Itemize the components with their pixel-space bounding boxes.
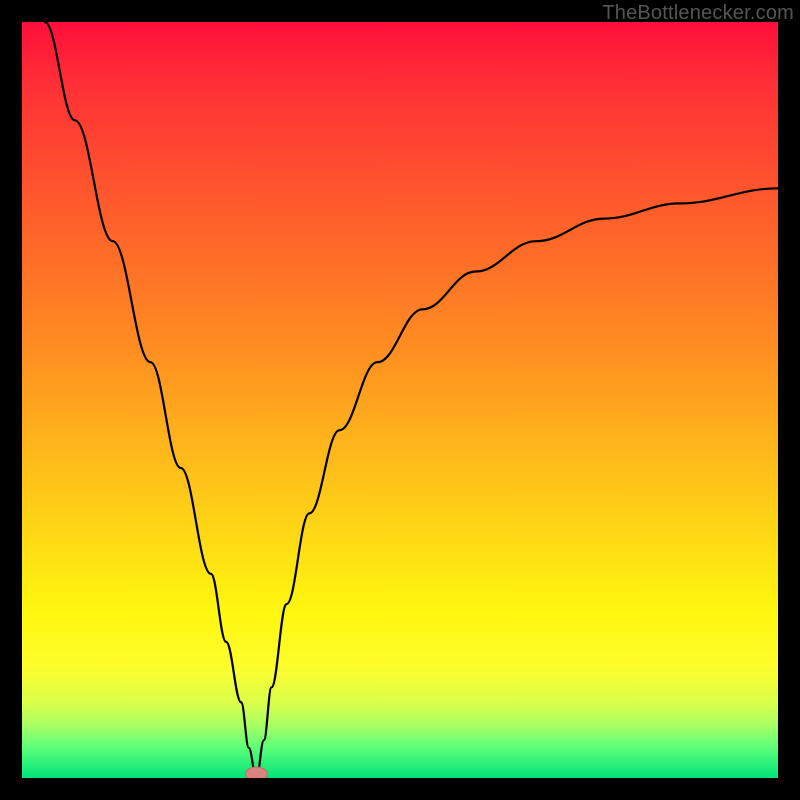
bottleneck-curve	[45, 22, 778, 778]
chart-svg	[22, 22, 778, 778]
watermark-text: TheBottlenecker.com	[602, 2, 794, 25]
chart-frame	[22, 22, 778, 778]
minimum-marker	[245, 767, 267, 778]
